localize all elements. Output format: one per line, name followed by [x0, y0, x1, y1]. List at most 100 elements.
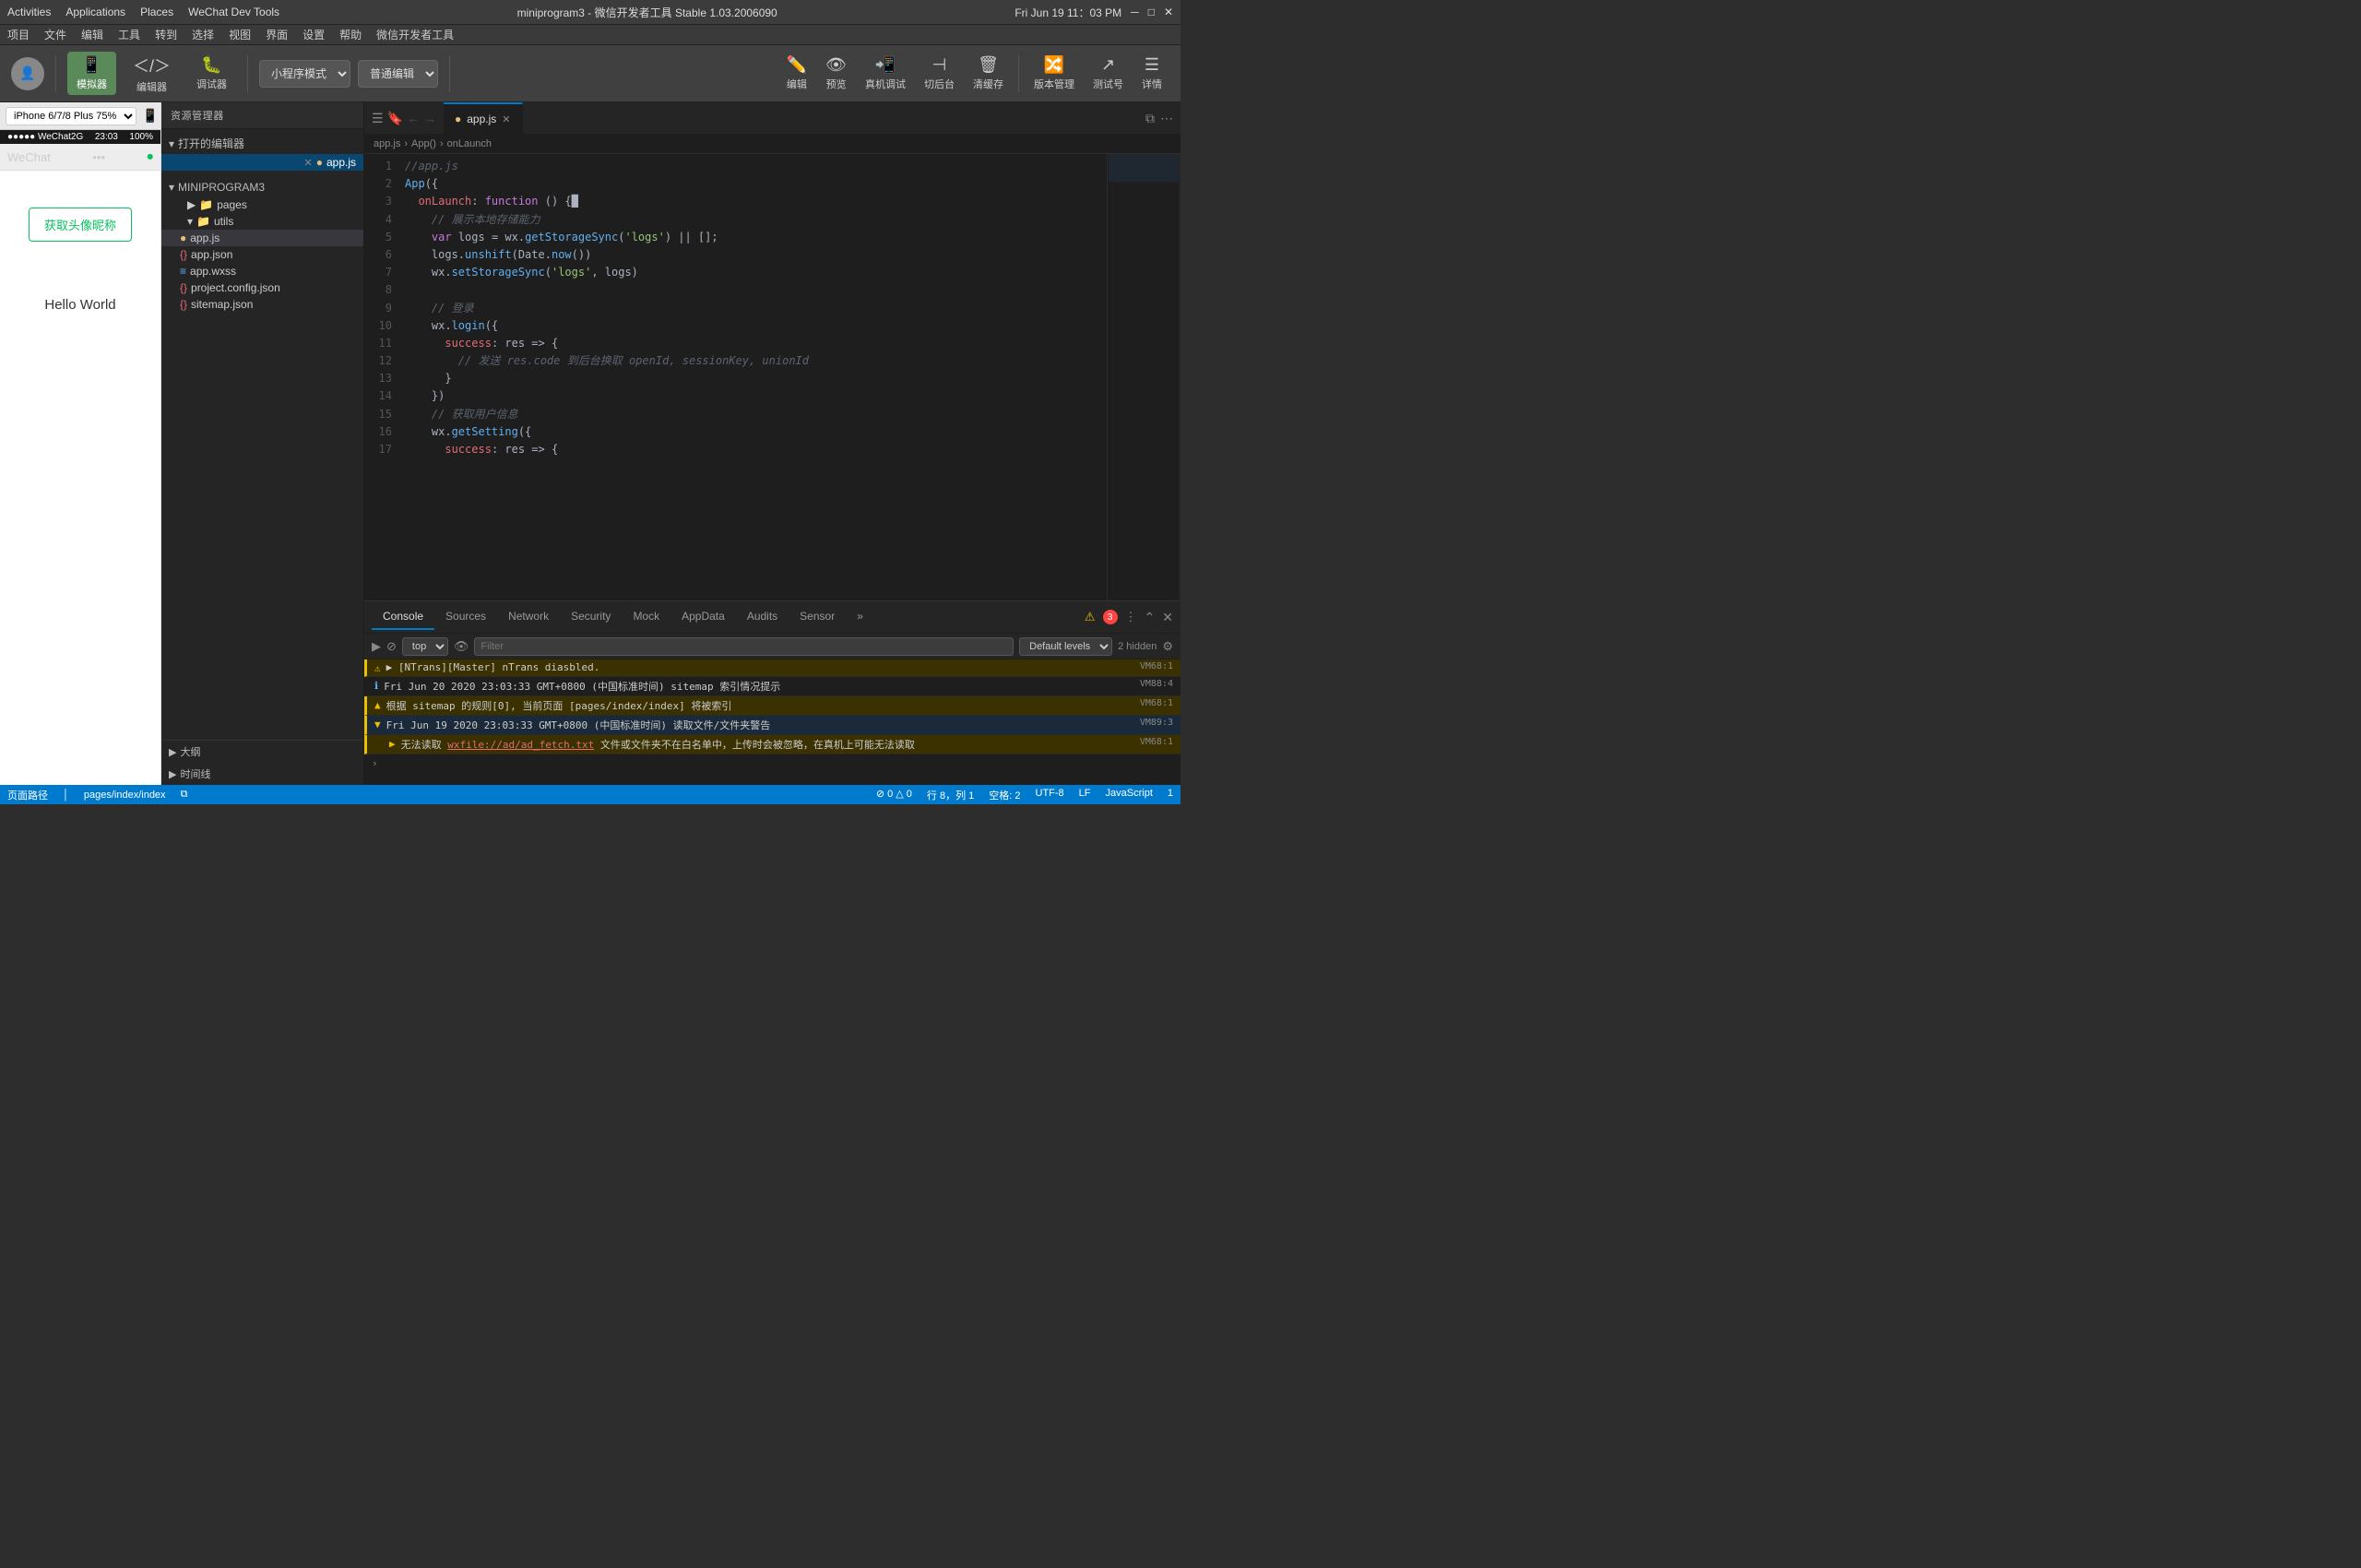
- filter-input[interactable]: [474, 637, 1014, 656]
- menu-goto[interactable]: 转到: [155, 27, 177, 42]
- debug-input[interactable]: [382, 757, 1173, 769]
- tab-network[interactable]: Network: [497, 604, 560, 630]
- minimize-icon[interactable]: ─: [1131, 6, 1139, 18]
- app-json-file[interactable]: {} app.json: [161, 246, 363, 263]
- app-js-file[interactable]: ● app.js: [161, 230, 363, 246]
- clear-cache-button[interactable]: 🗑 清缓存: [966, 52, 1011, 95]
- file-link[interactable]: wxfile://ad/ad_fetch.txt: [447, 739, 594, 751]
- statusbar-right: ⊘ 0 △ 0 行 8，列 1 空格: 2 UTF-8 LF JavaScrip…: [876, 788, 1173, 802]
- editor-tab-app-js[interactable]: ● app.js ✕: [444, 102, 523, 135]
- maximize-icon[interactable]: □: [1148, 6, 1155, 18]
- mode-select[interactable]: 小程序模式: [259, 60, 350, 88]
- menu-help[interactable]: 帮助: [339, 27, 362, 42]
- menu-project[interactable]: 项目: [7, 27, 30, 42]
- debug-ref-3[interactable]: VM68:1: [1140, 698, 1173, 708]
- applications-label[interactable]: Applications: [65, 6, 125, 18]
- utils-folder[interactable]: ▾ 📁 utils: [161, 213, 363, 230]
- error-count: 3: [1103, 610, 1118, 624]
- tab-close-icon[interactable]: ✕: [502, 113, 510, 125]
- menu-select[interactable]: 选择: [192, 27, 214, 42]
- pages-label: pages: [217, 198, 247, 211]
- menu-view[interactable]: 视图: [229, 27, 251, 42]
- open-file-app-js[interactable]: ✕ ● app.js: [161, 154, 363, 171]
- open-editors-group[interactable]: ▾ 打开的编辑器: [161, 133, 363, 154]
- preview-button[interactable]: 👁 预览: [818, 52, 854, 95]
- block-debug-icon[interactable]: ⊘: [386, 639, 397, 654]
- topbar-right: Fri Jun 19 11：03 PM ─ □ ✕: [1014, 5, 1173, 20]
- close-icon[interactable]: ✕: [1164, 6, 1173, 18]
- eye-debug-icon[interactable]: 👁: [454, 639, 469, 654]
- close-debug-icon[interactable]: ✕: [1162, 610, 1173, 625]
- filetree-header: 资源管理器: [161, 102, 363, 129]
- tab-appdata[interactable]: AppData: [670, 604, 736, 630]
- editor-content[interactable]: 12345 678910 1112131415 1617 //app.js Ap…: [364, 154, 1180, 600]
- hidden-count: 2 hidden: [1118, 641, 1157, 652]
- real-machine-button[interactable]: 📲 真机调试: [858, 52, 913, 95]
- split-editor-icon[interactable]: ⧉: [1145, 111, 1155, 126]
- menu-edit[interactable]: 文件: [44, 27, 66, 42]
- statusbar-page[interactable]: pages/index/index: [84, 790, 166, 801]
- get-avatar-button[interactable]: 获取头像昵称: [29, 208, 132, 242]
- details-button[interactable]: ☰ 详情: [1134, 52, 1169, 95]
- activities-label[interactable]: Activities: [7, 6, 51, 18]
- project-group[interactable]: ▾ MINIPROGRAM3: [161, 178, 363, 196]
- code-minimap: [1107, 154, 1180, 600]
- menu-interface[interactable]: 界面: [266, 27, 288, 42]
- tab-audits[interactable]: Audits: [736, 604, 789, 630]
- context-select[interactable]: top: [402, 637, 448, 656]
- level-select[interactable]: Default levels: [1019, 637, 1112, 656]
- version-mgr-button[interactable]: 🔀 版本管理: [1026, 52, 1082, 95]
- nav-forward-icon[interactable]: →: [423, 111, 436, 125]
- menu-tools[interactable]: 工具: [118, 27, 140, 42]
- tab-security[interactable]: Security: [560, 604, 622, 630]
- cut-button[interactable]: ⊣ 切后台: [917, 52, 962, 95]
- gear-icon[interactable]: ⚙: [1162, 639, 1173, 654]
- tab-more[interactable]: »: [846, 604, 874, 630]
- menu-settings[interactable]: 设置: [303, 27, 325, 42]
- wechat-devtools-label[interactable]: WeChat Dev Tools: [188, 6, 279, 18]
- sim-content: 获取头像昵称 Hello World: [0, 171, 160, 785]
- tab-mock[interactable]: Mock: [622, 604, 670, 630]
- app-wxss-file[interactable]: ≡ app.wxss: [161, 263, 363, 279]
- edit-button[interactable]: ✏️ 编辑: [779, 52, 814, 95]
- phone-icon[interactable]: 📱: [140, 106, 160, 125]
- debug-ref-5[interactable]: VM68:1: [1140, 737, 1173, 747]
- close-file-icon[interactable]: ✕: [304, 157, 313, 169]
- timeline-item[interactable]: ▶ 时间线: [161, 763, 363, 785]
- menu-devtools[interactable]: 微信开发者工具: [376, 27, 454, 42]
- more-editor-icon[interactable]: ⋯: [1160, 111, 1173, 126]
- sim-menu-icon[interactable]: •••: [92, 150, 105, 164]
- debug-row-2: ℹ Fri Jun 20 2020 23:03:33 GMT+0800 (中国标…: [364, 677, 1180, 696]
- expand-debug-icon[interactable]: ⌃: [1145, 610, 1156, 625]
- code-area[interactable]: //app.js App({ onLaunch: function () {█ …: [397, 154, 1107, 600]
- editor-button[interactable]: ＜/＞ 编辑器: [124, 50, 180, 98]
- bookmark-icon[interactable]: 🔖: [387, 111, 403, 126]
- outline-item[interactable]: ▶ 大纲: [161, 741, 363, 763]
- debug-ref-2[interactable]: VM88:4: [1140, 679, 1173, 689]
- menu-edit2[interactable]: 编辑: [81, 27, 103, 42]
- sim-home-icon[interactable]: ⏺: [147, 149, 153, 164]
- tab-sources[interactable]: Sources: [434, 604, 497, 630]
- main-area: iPhone 6/7/8 Plus 75% 📱 ⏺ 🔊 ⧉ ← ⋮ ●●●●● …: [0, 102, 1180, 785]
- nav-back-icon[interactable]: ←: [407, 111, 420, 125]
- run-debug-icon[interactable]: ▶: [372, 639, 381, 654]
- statusbar-copy-icon[interactable]: ⧉: [181, 789, 188, 801]
- app-js-icon: ●: [180, 232, 186, 244]
- simulator-button[interactable]: 📱 模拟器: [67, 52, 116, 95]
- debugger-button[interactable]: 🐛 调试器: [187, 52, 236, 95]
- more-debug-icon[interactable]: ⋮: [1125, 610, 1137, 624]
- collapse-icon[interactable]: ☰: [372, 111, 384, 126]
- debug-ref-1[interactable]: VM68:1: [1140, 661, 1173, 671]
- pages-folder[interactable]: ▶ 📁 pages: [161, 196, 363, 213]
- tab-sensor[interactable]: Sensor: [789, 604, 846, 630]
- test-num-button[interactable]: ↗ 测试号: [1086, 52, 1131, 95]
- project-config-file[interactable]: {} project.config.json: [161, 279, 363, 296]
- debug-ref-4[interactable]: VM89:3: [1140, 718, 1173, 728]
- warn-icon-1: ⚠: [374, 662, 381, 674]
- tab-console[interactable]: Console: [372, 604, 434, 630]
- sitemap-file[interactable]: {} sitemap.json: [161, 296, 363, 313]
- statusbar-path-label: 页面路径: [7, 788, 48, 802]
- places-label[interactable]: Places: [140, 6, 173, 18]
- device-select[interactable]: iPhone 6/7/8 Plus 75%: [6, 107, 136, 125]
- compile-select[interactable]: 普通编辑: [358, 60, 438, 88]
